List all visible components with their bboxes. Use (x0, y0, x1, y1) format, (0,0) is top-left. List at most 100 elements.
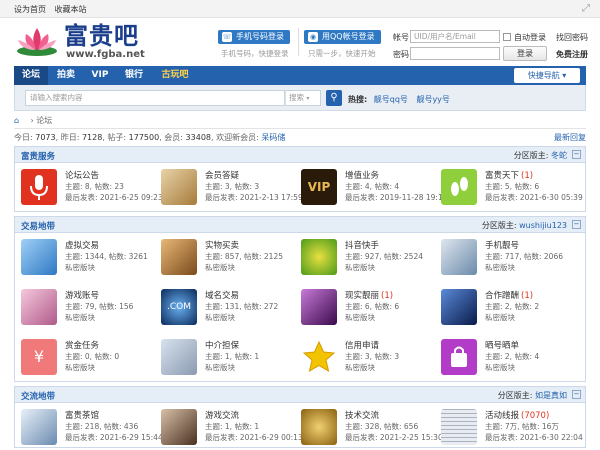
moderator-label: 分区版主: (497, 391, 533, 400)
forum-item[interactable]: 晒号晒单 主题: 2, 帖数: 4 私密版块 (435, 335, 575, 379)
bookmark-link[interactable]: 收藏本站 (55, 5, 87, 14)
top-bar: 设为首页 收藏本站 ⤢ (0, 0, 600, 18)
hot-term[interactable]: 靓号yy号 (416, 95, 449, 104)
forum-name: 晒号晒单 (485, 339, 519, 351)
forum-item[interactable]: 虚拟交易 主题: 1344, 帖数: 3261 私密版块 (15, 235, 155, 279)
collapse-icon[interactable]: − (572, 220, 581, 229)
moderator-link[interactable]: 冬蛇 (551, 151, 567, 160)
account-input[interactable]: UID/用户名/Email (410, 30, 500, 43)
forum-last-post[interactable]: 最后发表: 2021-2-13 17:59 (205, 192, 303, 203)
qq-login-button[interactable]: ◉ 用QQ帐号登录 (304, 30, 381, 44)
nav-bank[interactable]: 银行 (118, 66, 150, 85)
forum-title[interactable]: 中介担保 (205, 341, 239, 351)
moderator-link[interactable]: 如是真如 (535, 391, 567, 400)
forum-item[interactable]: 实物买卖 主题: 857, 帖数: 2125 私密版块 (155, 235, 295, 279)
forum-title[interactable]: 实物买卖 (205, 241, 239, 251)
site-logo[interactable]: 富贵吧 www.fgba.net (14, 22, 164, 62)
forum-title[interactable]: 信用申请 (345, 341, 379, 351)
forum-name: 中介担保 (205, 339, 239, 351)
lotus-logo-icon (17, 28, 57, 56)
forum-title[interactable]: 手机靓号 (485, 241, 519, 251)
forum-last-post[interactable]: 最后发表: 2021-6-30 22:04 (485, 432, 583, 443)
auto-login-checkbox[interactable] (503, 33, 511, 41)
forum-title[interactable]: 游戏账号 (65, 291, 99, 301)
star-icon (301, 339, 337, 375)
nav-antiques[interactable]: 古玩吧 (152, 66, 198, 85)
forum-item[interactable]: 富贵天下 (1) 主题: 5, 帖数: 6 最后发表: 2021-6-30 05:… (435, 165, 583, 209)
divider (298, 28, 299, 56)
forum-item[interactable]: 论坛公告 主题: 8, 帖数: 23 最后发表: 2021-6-25 09:23 (15, 165, 163, 209)
forum-last-post[interactable]: 最后发表: 2021-6-25 09:23 (65, 192, 163, 203)
moderator-link[interactable]: wushijiu123 (519, 221, 567, 230)
forum-last-post[interactable]: 最后发表: 2019-11-28 19:16 (345, 192, 448, 203)
auto-login-label: 自动登录 (514, 33, 546, 42)
forum-title[interactable]: 赏金任务 (65, 341, 99, 351)
forum-title[interactable]: 晒号晒单 (485, 341, 519, 351)
quick-nav-button[interactable]: 快捷导航 ▾ (514, 68, 580, 83)
forum-item[interactable]: VIP 增值业务 主题: 4, 帖数: 4 最后发表: 2019-11-28 1… (295, 165, 448, 209)
forum-last-post[interactable]: 最后发表: 2021-6-29 00:13 (205, 432, 303, 443)
forum-title[interactable]: 合作蹭酬 (485, 291, 519, 301)
forum-title[interactable]: 论坛公告 (65, 171, 99, 181)
forum-item[interactable]: .COM 域名交易 主题: 131, 帖数: 272 私密版块 (155, 285, 295, 329)
forum-private: 私密版块 (65, 313, 95, 322)
section-title[interactable]: 交流地带 (21, 390, 55, 402)
set-homepage-link[interactable]: 设为首页 (14, 5, 46, 14)
nav-vip[interactable]: VIP (84, 66, 116, 85)
forum-last-post[interactable]: 最后发表: 2021-6-30 05:39 (485, 192, 583, 203)
forum-item[interactable]: 合作蹭酬 (1) 主题: 2, 帖数: 2 私密版块 (435, 285, 575, 329)
hot-term[interactable]: 靓号qq号 (374, 95, 408, 104)
password-input[interactable] (410, 47, 500, 60)
forum-name: 域名交易 (205, 289, 239, 301)
forum-title[interactable]: 现实靓丽 (345, 291, 379, 301)
search-input[interactable]: 请输入搜索内容 (25, 90, 285, 106)
section-title[interactable]: 富贵服务 (21, 150, 55, 162)
section-title[interactable]: 交易地带 (21, 220, 55, 232)
forum-private: 私密版块 (345, 363, 375, 372)
newest-member-label: 欢迎新会员: (216, 133, 259, 142)
forum-item[interactable]: 中介担保 主题: 1, 帖数: 1 私密版块 (155, 335, 295, 379)
forum-title[interactable]: 虚拟交易 (65, 241, 99, 251)
forum-item[interactable]: ¥ 赏金任务 主题: 0, 帖数: 0 私密版块 (15, 335, 155, 379)
forum-item[interactable]: 信用申请 主题: 3, 帖数: 3 私密版块 (295, 335, 435, 379)
collapse-icon[interactable]: − (572, 150, 581, 159)
forum-item[interactable]: 活动线报 (7070) 主题: 7万, 帖数: 16万 最后发表: 2021-6-… (435, 405, 583, 449)
expand-icon[interactable]: ⤢ (582, 3, 590, 14)
collapse-icon[interactable]: − (572, 390, 581, 399)
yoga-figure-icon (21, 239, 57, 275)
forum-title[interactable]: 抖音快手 (345, 241, 379, 251)
forum-title[interactable]: 会员答疑 (205, 171, 239, 181)
forum-title[interactable]: 游戏交流 (205, 411, 239, 421)
phone-login-button[interactable]: ☏ 手机号码登录 (218, 30, 290, 44)
forum-title[interactable]: 富贵天下 (485, 171, 519, 181)
nav-forum[interactable]: 论坛 (14, 66, 48, 85)
forum-item[interactable]: 抖音快手 主题: 927, 帖数: 2524 私密版块 (295, 235, 435, 279)
forum-item[interactable]: 富贵茶馆 主题: 218, 帖数: 436 最后发表: 2021-6-29 15… (15, 405, 163, 449)
forum-last-post[interactable]: 最后发表: 2021-2-25 15:30 (345, 432, 443, 443)
latest-reply-link[interactable]: 最新回复 (554, 132, 586, 143)
search-button[interactable]: ⚲ (326, 90, 342, 106)
search-type-select[interactable]: 搜索 ▾ (285, 90, 321, 106)
forum-item[interactable]: 会员答疑 主题: 3, 帖数: 3 最后发表: 2021-2-13 17:59 (155, 165, 303, 209)
nav-auction[interactable]: 拍卖 (50, 66, 82, 85)
forum-item[interactable]: 游戏交流 主题: 1, 帖数: 1 最后发表: 2021-6-29 00:13 (155, 405, 303, 449)
forum-item[interactable]: 技术交流 主题: 328, 帖数: 656 最后发表: 2021-2-25 15… (295, 405, 443, 449)
forum-item[interactable]: 游戏账号 主题: 79, 帖数: 156 私密版块 (15, 285, 155, 329)
today-new-count: (1) (381, 291, 394, 301)
login-submit-button[interactable]: 登录 (503, 46, 547, 61)
forum-item[interactable]: 手机靓号 主题: 717, 帖数: 2066 私密版块 (435, 235, 575, 279)
forum-title[interactable]: 活动线报 (485, 411, 519, 421)
forum-item[interactable]: 现实靓丽 (1) 主题: 6, 帖数: 6 私密版块 (295, 285, 435, 329)
forum-title[interactable]: 域名交易 (205, 291, 239, 301)
register-link[interactable]: 免费注册 (556, 49, 588, 60)
forum-counts: 主题: 218, 帖数: 436 (65, 422, 139, 431)
newest-member-link[interactable]: 呆码储 (261, 133, 285, 142)
forum-title[interactable]: 增值业务 (345, 171, 379, 181)
forum-title[interactable]: 富贵茶馆 (65, 411, 99, 421)
home-icon[interactable]: ⌂ (14, 116, 24, 125)
breadcrumb-current[interactable]: 论坛 (36, 116, 52, 125)
forum-name: 富贵茶馆 (65, 409, 99, 421)
forum-last-post[interactable]: 最后发表: 2021-6-29 15:44 (65, 432, 163, 443)
forum-title[interactable]: 技术交流 (345, 411, 379, 421)
forgot-password-link[interactable]: 找回密码 (556, 32, 588, 43)
